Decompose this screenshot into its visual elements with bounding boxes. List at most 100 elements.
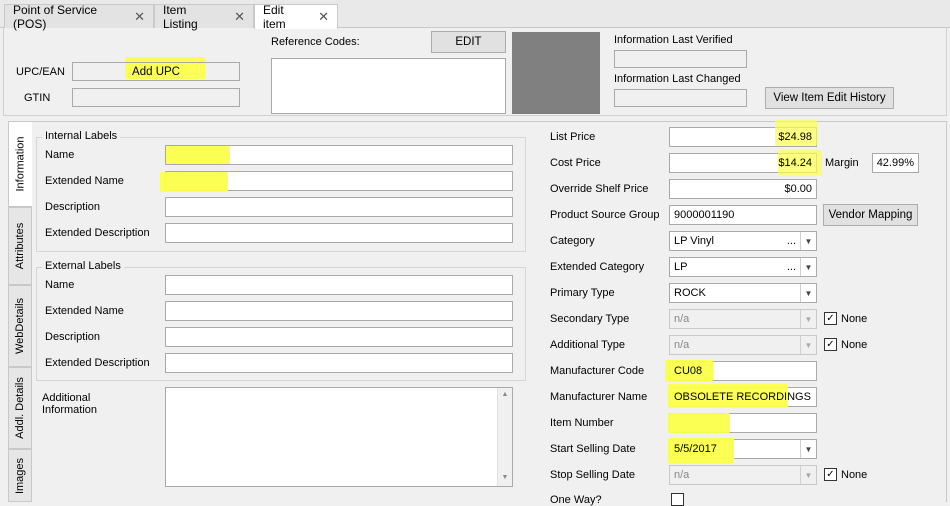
list-price-value: $24.98 xyxy=(778,131,812,143)
margin-value: 42.99% xyxy=(876,157,914,169)
one-way-label: One Way? xyxy=(550,494,602,506)
chevron-down-icon[interactable]: ▼ xyxy=(800,310,816,328)
chevron-down-icon[interactable]: ▼ xyxy=(800,466,816,484)
ext-category-label: Extended Category xyxy=(550,261,645,273)
override-price-label: Override Shelf Price xyxy=(550,183,649,195)
chevron-down-icon[interactable]: ▼ xyxy=(800,336,816,354)
stop-date-value: n/a xyxy=(674,469,690,481)
additional-none-checkbox[interactable]: ✓ xyxy=(824,338,837,351)
ext-extended-name-label: Extended Name xyxy=(45,305,124,317)
additional-type-select[interactable]: n/a ▼ xyxy=(669,335,817,355)
tab-item-listing[interactable]: Item Listing ✕ xyxy=(154,3,254,31)
int-description-input[interactable] xyxy=(165,197,513,217)
stop-date-picker[interactable]: n/a ▼ xyxy=(669,465,817,485)
side-tab-webdetails[interactable]: WebDetails xyxy=(8,285,32,367)
edit-button-label: EDIT xyxy=(455,36,482,48)
primary-type-select[interactable]: ROCK ▼ xyxy=(669,283,817,303)
tab-label: Point of Service (POS) xyxy=(13,2,98,31)
int-extended-name-label: Extended Name xyxy=(45,175,124,187)
secondary-type-select[interactable]: n/a ▼ xyxy=(669,309,817,329)
secondary-none-checkbox[interactable]: ✓ xyxy=(824,312,837,325)
view-history-label: View Item Edit History xyxy=(773,92,886,104)
item-image[interactable] xyxy=(512,32,600,114)
chevron-down-icon[interactable]: ▼ xyxy=(800,232,816,250)
view-history-button[interactable]: View Item Edit History xyxy=(765,87,894,109)
side-tab-label: Images xyxy=(14,457,27,494)
external-labels-title: External Labels xyxy=(42,260,124,272)
reference-codes-box[interactable] xyxy=(271,58,506,114)
last-changed-label: Information Last Changed xyxy=(614,73,741,85)
category-select[interactable]: LP Vinyl ... ▼ xyxy=(669,231,817,251)
side-tab-images[interactable]: Images xyxy=(8,449,32,502)
chevron-down-icon[interactable]: ▼ xyxy=(800,440,816,458)
upc-label: UPC/EAN xyxy=(16,66,65,78)
ext-description-label: Description xyxy=(45,331,101,343)
check-icon: ✓ xyxy=(826,339,835,350)
int-extended-description-input[interactable] xyxy=(165,223,513,243)
margin-field[interactable]: 42.99% xyxy=(872,153,919,173)
one-way-checkbox[interactable] xyxy=(671,493,684,506)
ext-description-input[interactable] xyxy=(165,327,513,347)
vendor-mapping-button[interactable]: Vendor Mapping xyxy=(823,204,918,226)
additional-info-textarea[interactable] xyxy=(165,387,513,487)
highlight-mark xyxy=(166,146,230,164)
close-icon[interactable]: ✕ xyxy=(318,9,329,25)
side-tab-label: Information xyxy=(14,136,27,192)
ext-category-value: LP xyxy=(674,261,688,273)
scroll-up-icon[interactable]: ▲ xyxy=(498,391,512,398)
side-tab-addl-details[interactable]: Addl. Details xyxy=(8,367,32,449)
side-tab-label: Attributes xyxy=(14,222,26,270)
highlight-mark xyxy=(160,172,228,192)
psg-value: 9000001190 xyxy=(674,209,735,221)
close-icon[interactable]: ✕ xyxy=(234,9,245,25)
primary-type-label: Primary Type xyxy=(550,287,615,299)
highlight-mark xyxy=(668,413,730,433)
tab-pos[interactable]: Point of Service (POS) ✕ xyxy=(4,2,154,31)
side-tab-label: Addl. Details xyxy=(14,377,27,439)
gtin-label: GTIN xyxy=(24,92,51,104)
tab-edit-item[interactable]: Edit item ✕ xyxy=(254,3,338,31)
category-label: Category xyxy=(550,235,595,247)
more-icon[interactable]: ... xyxy=(787,235,796,247)
chevron-down-icon[interactable]: ▼ xyxy=(800,284,816,302)
chevron-down-icon[interactable]: ▼ xyxy=(800,258,816,276)
secondary-type-label: Secondary Type xyxy=(550,313,630,325)
stop-date-label: Stop Selling Date xyxy=(550,469,635,481)
internal-labels-title: Internal Labels xyxy=(42,130,121,142)
ext-name-label: Name xyxy=(45,279,75,291)
secondary-type-value: n/a xyxy=(674,313,690,325)
mfr-code-value: CU08 xyxy=(674,365,703,377)
cost-price-value: $14.24 xyxy=(778,157,812,169)
close-icon[interactable]: ✕ xyxy=(134,9,145,25)
list-price-label: List Price xyxy=(550,131,596,143)
ext-category-select[interactable]: LP ... ▼ xyxy=(669,257,817,277)
scroll-down-icon[interactable]: ▼ xyxy=(498,474,512,481)
stop-none-label: None xyxy=(841,469,868,481)
psg-label: Product Source Group xyxy=(550,209,660,221)
ext-extended-description-label: Extended Description xyxy=(45,357,150,369)
last-changed-field xyxy=(614,89,747,107)
stop-none-checkbox[interactable]: ✓ xyxy=(824,468,837,481)
secondary-none-label: None xyxy=(841,313,868,325)
ext-extended-description-input[interactable] xyxy=(165,353,513,373)
edit-button[interactable]: EDIT xyxy=(431,31,506,53)
additional-type-label: Additional Type xyxy=(550,339,626,351)
ext-name-input[interactable] xyxy=(165,275,513,295)
scrollbar[interactable]: ▲ ▼ xyxy=(497,388,512,486)
mfr-name-label: Manufacturer Name xyxy=(550,391,648,403)
more-icon[interactable]: ... xyxy=(787,261,796,273)
last-verified-label: Information Last Verified xyxy=(614,34,733,46)
psg-input[interactable]: 9000001190 xyxy=(669,205,817,225)
start-date-label: Start Selling Date xyxy=(550,443,636,455)
side-tab-information[interactable]: Information xyxy=(8,121,32,207)
gtin-field[interactable] xyxy=(72,88,240,107)
check-icon: ✓ xyxy=(826,313,835,324)
side-tab-attributes[interactable]: Attributes xyxy=(8,207,32,285)
add-upc-button[interactable]: Add UPC xyxy=(72,62,240,81)
additional-none-label: None xyxy=(841,339,868,351)
override-price-value: $0.00 xyxy=(784,183,812,195)
reference-codes-label: Reference Codes: xyxy=(271,36,360,48)
ext-extended-name-input[interactable] xyxy=(165,301,513,321)
margin-label: Margin xyxy=(825,157,859,169)
override-price-input[interactable]: $0.00 xyxy=(669,179,817,199)
